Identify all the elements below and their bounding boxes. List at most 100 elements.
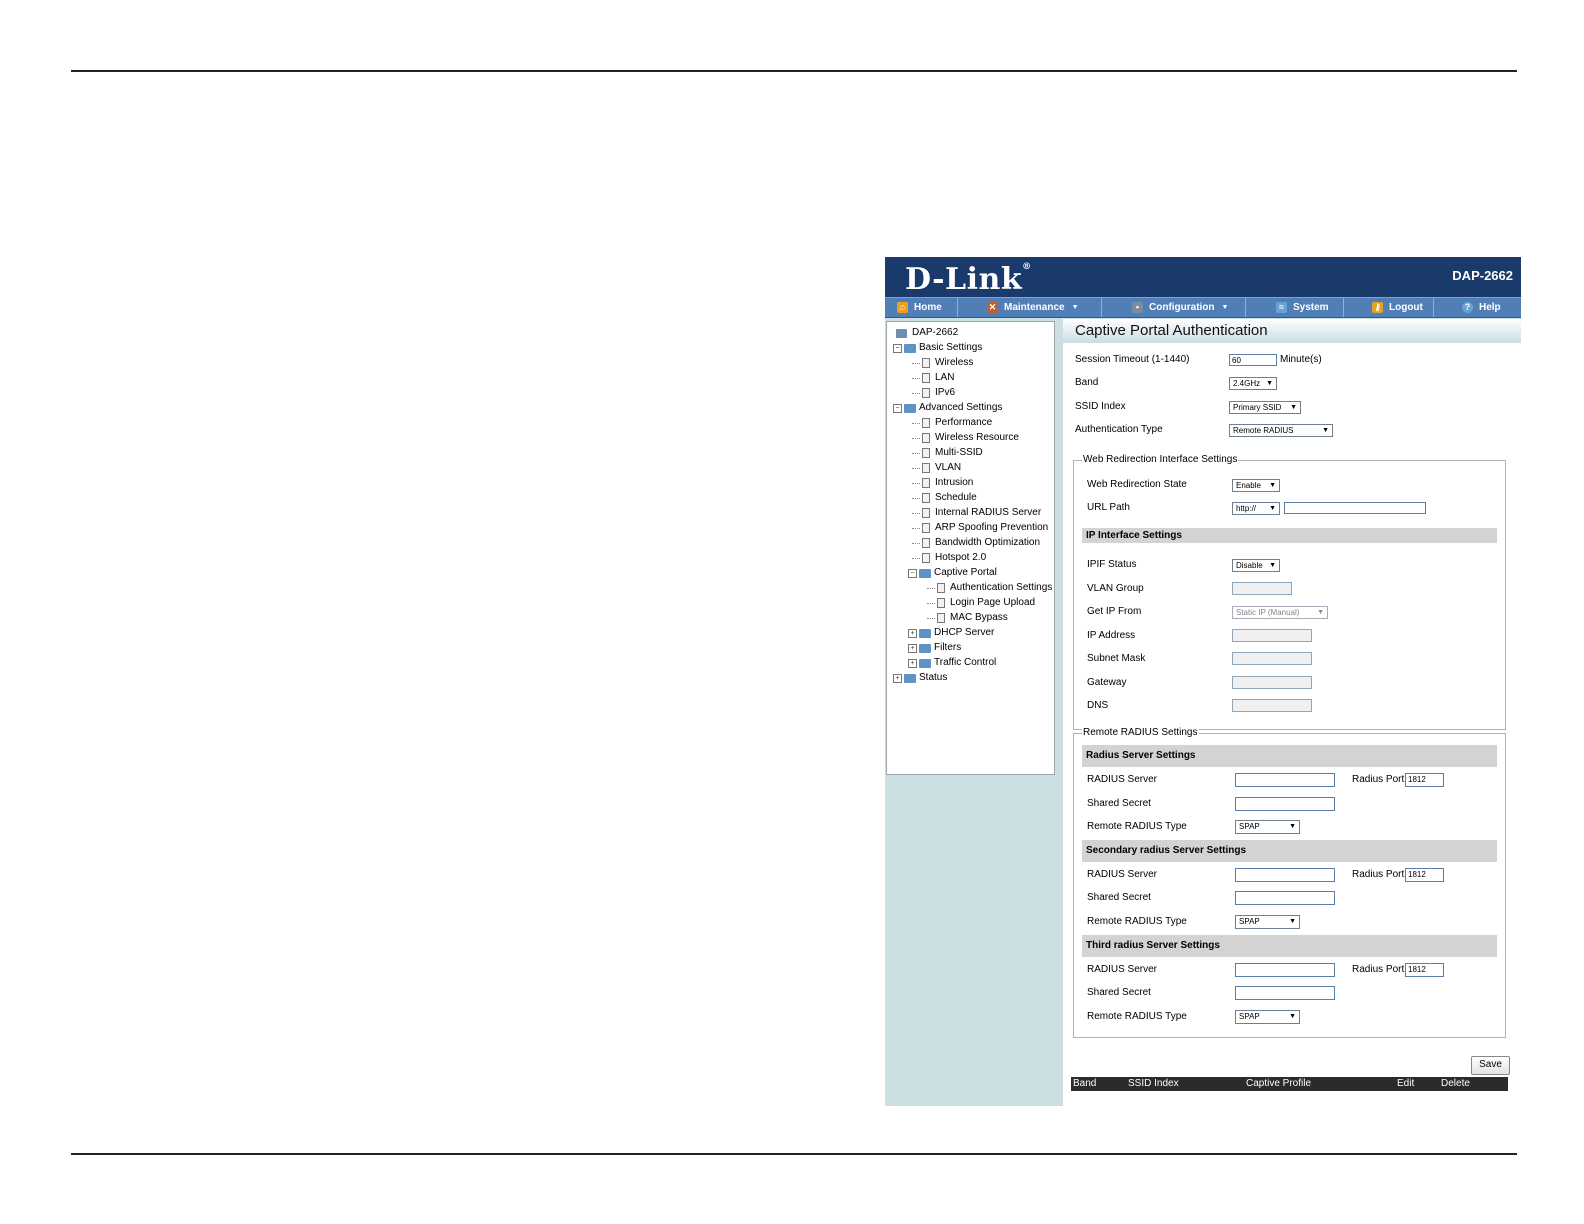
tree-filters[interactable]: + Filters — [908, 641, 961, 655]
tree-captive-portal-label: Captive Portal — [934, 567, 997, 578]
wrench-icon: ✕ — [987, 302, 998, 313]
expand-icon[interactable]: + — [893, 673, 902, 683]
tree-connector — [912, 377, 920, 379]
dns-label: DNS — [1087, 700, 1109, 711]
collapse-icon[interactable]: − — [893, 403, 902, 413]
chevron-down-icon: ▼ — [1289, 823, 1296, 830]
system-icon: ≈ — [1276, 302, 1287, 313]
url-path-input[interactable] — [1284, 502, 1426, 514]
chevron-down-icon: ▼ — [1269, 482, 1276, 489]
tree-item-authentication-settings[interactable]: Authentication Settings — [927, 581, 1052, 595]
page-icon — [922, 463, 930, 473]
tree-advanced-settings[interactable]: − Advanced Settings — [893, 401, 1002, 415]
third-radius-header: Third radius Server Settings — [1082, 935, 1497, 957]
menu-home-label: Home — [914, 302, 942, 313]
page-icon — [922, 433, 930, 443]
collapse-icon[interactable]: − — [893, 343, 902, 353]
secondary-remote-radius-type-select[interactable]: SPAP ▼ — [1235, 915, 1300, 929]
authentication-type-select[interactable]: Remote RADIUS ▼ — [1229, 424, 1333, 437]
get-ip-from-select[interactable]: Static IP (Manual) ▼ — [1232, 606, 1328, 619]
session-timeout-input[interactable]: 60 — [1229, 354, 1277, 366]
third-radius-server-input[interactable] — [1235, 963, 1335, 977]
ipif-status-select[interactable]: Disable ▼ — [1232, 559, 1280, 572]
tree-item-wireless[interactable]: Wireless — [912, 356, 973, 370]
tree-connector — [927, 602, 935, 604]
third-shared-secret-input[interactable] — [1235, 986, 1335, 1000]
tree-connector — [912, 557, 920, 559]
radius-server-input[interactable] — [1235, 773, 1335, 787]
shared-secret-input[interactable] — [1235, 797, 1335, 811]
ip-address-input[interactable] — [1232, 629, 1312, 642]
tree-basic-settings[interactable]: − Basic Settings — [893, 341, 982, 355]
tree-captive-portal[interactable]: − Captive Portal — [908, 566, 997, 580]
third-radius-server-label: RADIUS Server — [1087, 964, 1158, 975]
remote-radius-type-select[interactable]: SPAP ▼ — [1235, 820, 1300, 834]
tree-item-intrusion[interactable]: Intrusion — [912, 476, 973, 490]
tree-item-arp-spoofing[interactable]: ARP Spoofing Prevention — [912, 521, 1048, 535]
page-icon — [922, 388, 930, 398]
chevron-down-icon: ▼ — [1266, 380, 1273, 387]
menu-maintenance[interactable]: ✕ Maintenance ▼ — [958, 298, 1102, 317]
tree-item-vlan[interactable]: VLAN — [912, 461, 961, 475]
tree-connector — [912, 437, 920, 439]
web-redirection-state-label: Web Redirection State — [1087, 479, 1187, 490]
secondary-radius-port-input[interactable]: 1812 — [1405, 868, 1444, 882]
ssid-index-select[interactable]: Primary SSID ▼ — [1229, 401, 1301, 414]
tree-item-hotspot[interactable]: Hotspot 2.0 — [912, 551, 986, 565]
menu-system[interactable]: ≈ System — [1246, 298, 1344, 317]
remote-radius-legend: Remote RADIUS Settings — [1082, 727, 1199, 738]
menu-home[interactable]: ⌂ Home — [885, 298, 958, 317]
tree-traffic-control[interactable]: + Traffic Control — [908, 656, 996, 670]
captive-profile-table-header: Band SSID Index Captive Profile Edit Del… — [1071, 1077, 1508, 1091]
page-top-rule — [71, 70, 1517, 72]
collapse-icon[interactable]: − — [908, 568, 917, 578]
expand-icon[interactable]: + — [908, 628, 917, 638]
chevron-down-icon: ▼ — [1289, 1013, 1296, 1020]
dlink-logo: D-Link® — [905, 262, 1032, 297]
tree-item-label: Internal RADIUS Server — [935, 507, 1042, 518]
radius-port-input[interactable]: 1812 — [1405, 773, 1444, 787]
menu-configuration-label: Configuration — [1149, 302, 1215, 313]
url-path-label: URL Path — [1087, 502, 1130, 513]
tree-root[interactable]: DAP-2662 — [896, 326, 958, 340]
menu-configuration[interactable]: ▪ Configuration ▼ — [1102, 298, 1246, 317]
tree-item-ipv6[interactable]: IPv6 — [912, 386, 955, 400]
secondary-radius-server-input[interactable] — [1235, 868, 1335, 882]
remote-radius-type-label: Remote RADIUS Type — [1087, 821, 1187, 832]
url-scheme-value: http:// — [1236, 504, 1257, 513]
url-scheme-select[interactable]: http:// ▼ — [1232, 502, 1280, 515]
ssid-index-value: Primary SSID — [1233, 403, 1282, 412]
band-select[interactable]: 2.4GHz ▼ — [1229, 377, 1277, 390]
tree-traffic-control-label: Traffic Control — [934, 657, 997, 668]
secondary-shared-secret-input[interactable] — [1235, 891, 1335, 905]
tree-item-multi-ssid[interactable]: Multi-SSID — [912, 446, 983, 460]
tree-item-schedule[interactable]: Schedule — [912, 491, 977, 505]
tree-status[interactable]: + Status — [893, 671, 947, 685]
page-icon — [922, 523, 930, 533]
tree-item-lan[interactable]: LAN — [912, 371, 954, 385]
tree-item-login-page-upload[interactable]: Login Page Upload — [927, 596, 1035, 610]
tree-dhcp-server[interactable]: + DHCP Server — [908, 626, 994, 640]
tree-item-performance[interactable]: Performance — [912, 416, 992, 430]
subnet-mask-input[interactable] — [1232, 652, 1312, 665]
vlan-group-input[interactable] — [1232, 582, 1292, 595]
web-redirection-state-select[interactable]: Enable ▼ — [1232, 479, 1280, 492]
menu-logout[interactable]: ⚷ Logout — [1344, 298, 1434, 317]
tree-connector — [912, 467, 920, 469]
tree-item-label: Bandwidth Optimization — [935, 537, 1041, 548]
tree-connector — [912, 482, 920, 484]
tree-item-mac-bypass[interactable]: MAC Bypass — [927, 611, 1008, 625]
secondary-remote-radius-type-label: Remote RADIUS Type — [1087, 916, 1187, 927]
tree-item-internal-radius[interactable]: Internal RADIUS Server — [912, 506, 1041, 520]
expand-icon[interactable]: + — [908, 658, 917, 668]
save-button[interactable]: Save — [1471, 1056, 1510, 1075]
tree-item-wireless-resource[interactable]: Wireless Resource — [912, 431, 1019, 445]
third-remote-radius-type-select[interactable]: SPAP ▼ — [1235, 1010, 1300, 1024]
dns-input[interactable] — [1232, 699, 1312, 712]
menu-help[interactable]: ? Help — [1434, 298, 1521, 317]
tree-item-bandwidth[interactable]: Bandwidth Optimization — [912, 536, 1040, 550]
expand-icon[interactable]: + — [908, 643, 917, 653]
gateway-input[interactable] — [1232, 676, 1312, 689]
computer-icon — [896, 328, 907, 338]
third-radius-port-input[interactable]: 1812 — [1405, 963, 1444, 977]
